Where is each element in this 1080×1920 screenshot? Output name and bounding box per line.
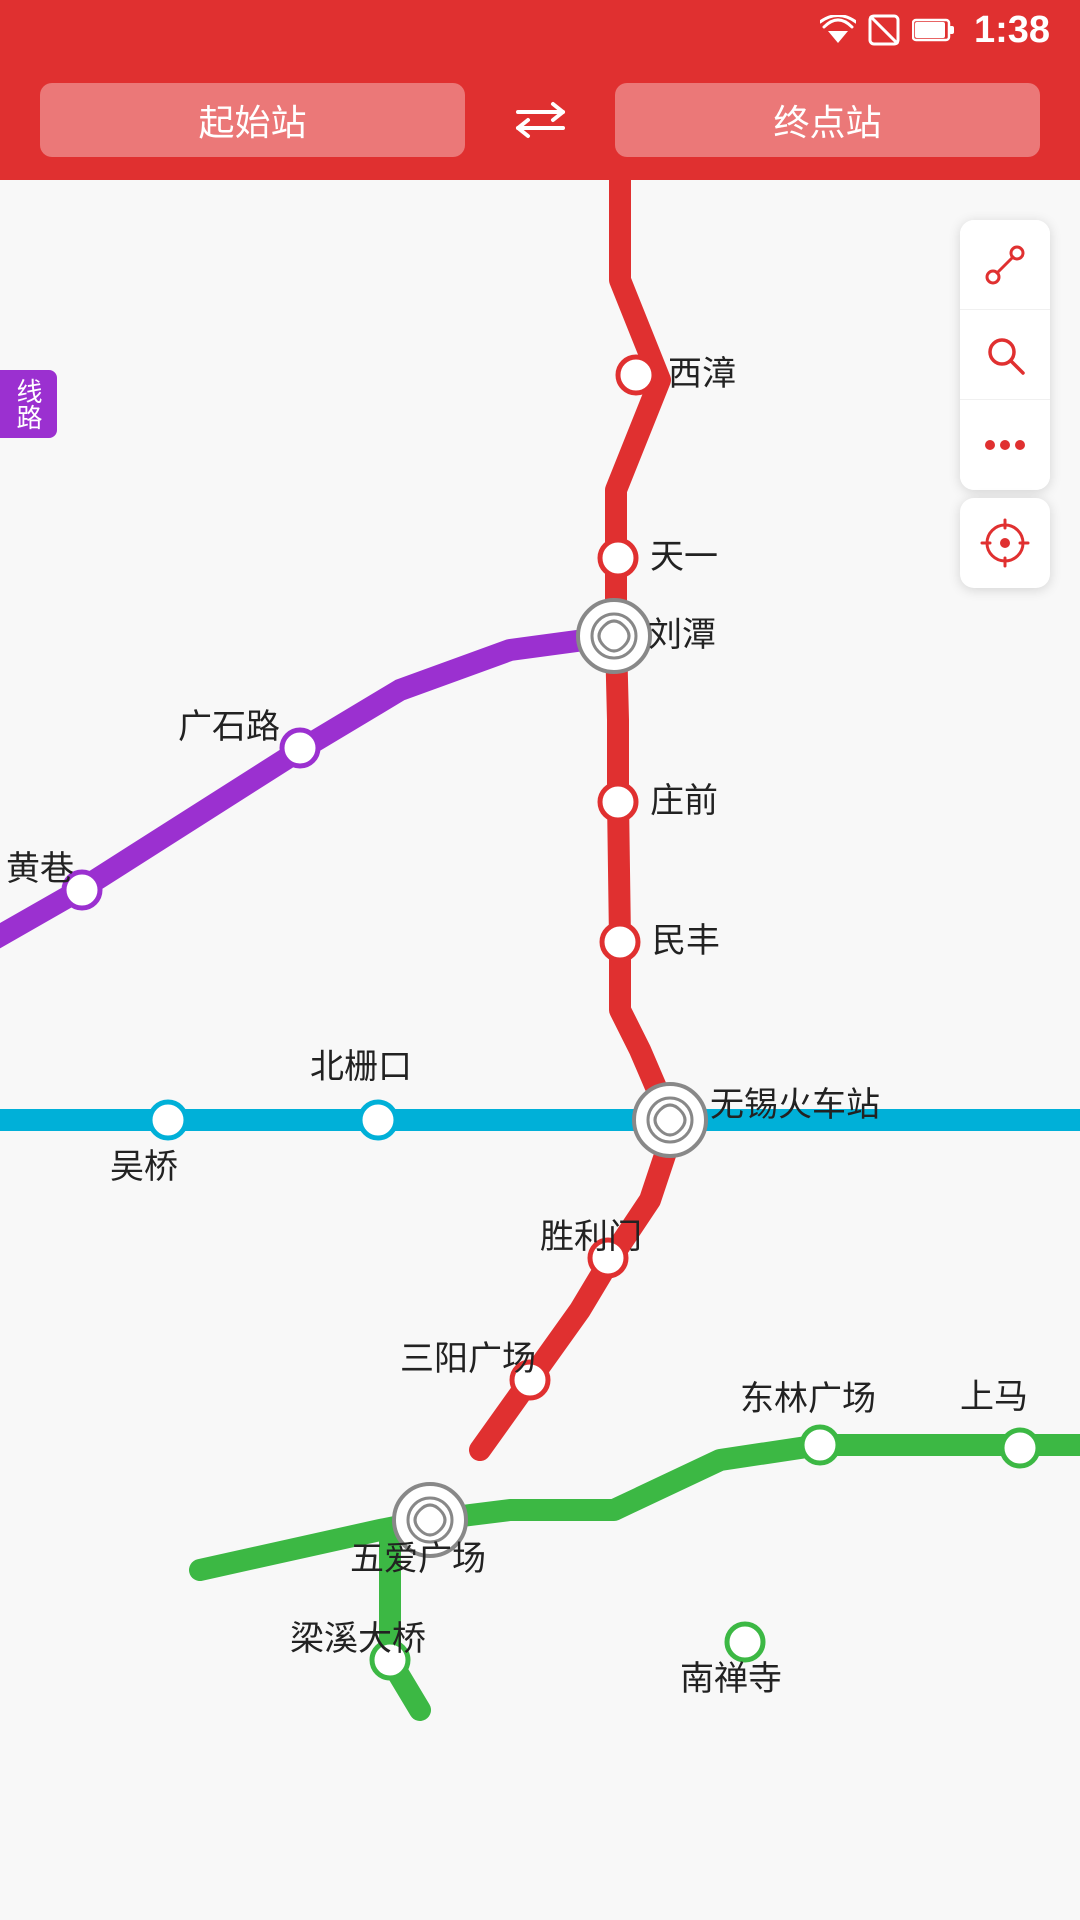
wifi-icon: [820, 15, 856, 45]
map-area[interactable]: 线路: [0, 180, 1080, 1920]
tool-panel: [960, 220, 1050, 588]
liutan-label: 刘潭: [648, 616, 716, 654]
line-label-left: 线路: [0, 370, 57, 438]
app-header: 起始站 终点站: [0, 60, 1080, 180]
nanchansi-label: 南禅寺: [680, 1660, 782, 1698]
wuqiao-label: 吴桥: [110, 1148, 178, 1186]
wuai-label: 五爱广场: [350, 1540, 486, 1578]
battery-icon: [912, 17, 956, 43]
status-bar: 1:38: [0, 0, 1080, 60]
huangjuan-label: 黄巷: [6, 850, 74, 888]
sanyang-label: 三阳广场: [400, 1340, 536, 1378]
guangshilu-label: 广石路: [178, 708, 280, 746]
liangxi-label: 梁溪大桥: [290, 1620, 426, 1658]
more-tool-button[interactable]: [960, 400, 1050, 490]
shangma-label: 上马: [960, 1378, 1028, 1416]
zhuangqian-label: 庄前: [650, 782, 718, 820]
beizhako-label: 北栅口: [310, 1048, 412, 1086]
tianyi-label: 天一: [650, 538, 718, 576]
status-icons: [820, 14, 956, 46]
donglin-label: 东林广场: [740, 1380, 876, 1418]
swap-button[interactable]: [505, 85, 575, 155]
start-station-button[interactable]: 起始站: [40, 83, 465, 157]
status-time: 1:38: [974, 9, 1050, 52]
search-tool-button[interactable]: [960, 310, 1050, 400]
shenglimen-label: 胜利门: [540, 1218, 642, 1256]
end-station-button[interactable]: 终点站: [615, 83, 1040, 157]
sim-icon: [868, 14, 900, 46]
route-tool-button[interactable]: [960, 220, 1050, 310]
metro-map-svg: 西漳 天一 刘潭 庄前 民丰 无锡火车站 胜利门 三阳广场 吴桥 北栅口: [0, 180, 1080, 1920]
minfeng-label: 民丰: [652, 922, 720, 960]
wuxi-station-label: 无锡火车站: [710, 1086, 880, 1124]
locate-button[interactable]: [960, 498, 1050, 588]
tool-group-main: [960, 220, 1050, 490]
xitan-label: 西漳: [668, 355, 736, 393]
